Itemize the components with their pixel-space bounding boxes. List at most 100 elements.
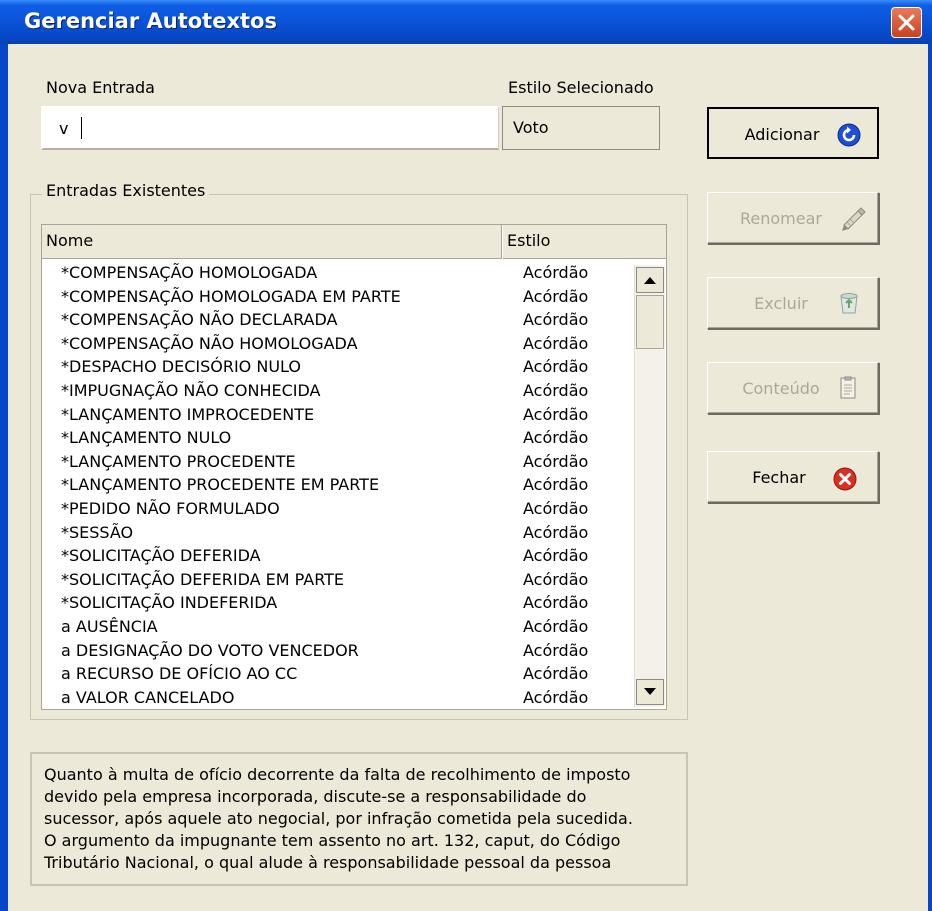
entry-style: Acórdão [523,286,589,306]
entry-name: a RECURSO DE OFÍCIO AO CC [61,664,298,684]
preview-line: sucessor, após aquele ato negocial, por … [44,809,633,828]
list-item[interactable]: a VALOR CANCELADO Acórdão [42,687,632,709]
entry-name: *LANÇAMENTO NULO [61,428,232,448]
list-item[interactable]: *PEDIDO NÃO FORMULADO Acórdão [42,499,632,523]
entry-name: *SESSÃO [61,522,134,542]
nova-entrada-label: Nova Entrada [46,78,155,97]
list-item[interactable]: *COMPENSAÇÃO NÃO HOMOLOGADA Acórdão [42,334,632,358]
arrow-up-icon [644,277,656,284]
entry-style: Acórdão [523,546,589,566]
list-item[interactable]: *SOLICITAÇÃO DEFERIDA Acórdão [42,546,632,570]
document-icon [840,376,856,399]
estilo-selecionado-label: Estilo Selecionado [508,78,654,97]
entry-style: Acórdão [523,569,589,589]
close-button[interactable] [891,7,922,38]
pencil-edit-icon [842,207,866,231]
preview-line: O argumento da impugnante tem assento no… [44,831,621,850]
list-item[interactable]: *SOLICITAÇÃO INDEFERIDA Acórdão [42,593,632,617]
entry-name: *LANÇAMENTO IMPROCEDENTE [61,404,315,424]
entry-name: *SOLICITAÇÃO DEFERIDA [61,546,261,566]
list-item[interactable]: *SOLICITAÇÃO DEFERIDA EM PARTE Acórdão [42,570,632,594]
list-item[interactable]: *IMPUGNAÇÃO NÃO CONHECIDA Acórdão [42,381,632,405]
list-item[interactable]: a DESIGNAÇÃO DO VOTO VENCEDOR Acórdão [42,641,632,665]
list-item[interactable]: *SESSÃO Acórdão [42,523,632,547]
estilo-selecionado-box: Voto [502,106,660,150]
list-item[interactable]: a RECURSO DE OFÍCIO AO CC Acórdão [42,664,632,688]
entry-style: Acórdão [523,687,589,707]
entry-name: a AUSÊNCIA [61,616,158,636]
entry-style: Acórdão [523,310,589,330]
autotext-preview: Quanto à multa de ofício decorrente da f… [30,752,688,886]
title-bar[interactable]: Gerenciar Autotextos [0,0,932,44]
entry-name: a DESIGNAÇÃO DO VOTO VENCEDOR [61,640,359,660]
list-item[interactable]: *LANÇAMENTO PROCEDENTE EM PARTE Acórdão [42,475,632,499]
column-header-estilo[interactable]: Estilo [503,225,666,259]
entry-style: Acórdão [523,593,589,613]
red-x-circle-icon [833,467,857,491]
conteudo-button[interactable]: Conteúdo [707,362,879,414]
text-caret [81,117,82,139]
entry-style: Acórdão [523,475,589,495]
entry-style: Acórdão [523,640,589,660]
blue-circular-arrow-icon [837,123,861,147]
list-item[interactable]: *COMPENSAÇÃO HOMOLOGADA EM PARTE Acórdão [42,287,632,311]
list-item[interactable]: *LANÇAMENTO IMPROCEDENTE Acórdão [42,405,632,429]
entry-name: *COMPENSAÇÃO HOMOLOGADA [61,263,318,282]
entry-name: *COMPENSAÇÃO NÃO DECLARADA [61,310,338,330]
nova-entrada-input[interactable]: v [41,106,499,150]
entry-style: Acórdão [523,380,589,400]
entry-name: *SOLICITAÇÃO INDEFERIDA [61,593,278,613]
entry-style: Acórdão [523,664,589,684]
vertical-scrollbar[interactable] [634,265,665,707]
entry-style: Acórdão [523,357,589,377]
entry-style: Acórdão [523,522,589,542]
list-item[interactable]: a AUSÊNCIA Acórdão [42,617,632,641]
entries-rows: *COMPENSAÇÃO HOMOLOGADA Acórdão *COMPENSAÇ… [42,263,632,709]
entry-name: *DESPACHO DECISÓRIO NULO [61,357,301,377]
entries-list[interactable]: Nome Estilo *COMPENSAÇÃO HOMOLOGADA Acórd… [41,224,667,710]
entradas-existentes-label: Entradas Existentes [42,181,210,200]
excluir-button[interactable]: Excluir [707,277,879,329]
preview-line: Quanto à multa de ofício decorrente da f… [44,765,631,784]
list-item[interactable]: *LANÇAMENTO NULO Acórdão [42,428,632,452]
entry-name: *SOLICITAÇÃO DEFERIDA EM PARTE [61,569,345,589]
entry-name: a VALOR CANCELADO [61,687,235,707]
close-icon [898,14,915,31]
entry-style: Acórdão [523,616,589,636]
window-frame-left [0,44,8,911]
column-header-estilo-label: Estilo [507,231,551,250]
scrollbar-thumb[interactable] [636,295,664,349]
list-item[interactable]: *COMPENSAÇÃO HOMOLOGADA Acórdão [42,263,632,287]
estilo-selecionado-value: Voto [513,118,549,137]
entry-name: *COMPENSAÇÃO NÃO HOMOLOGADA [61,333,358,353]
window-title: Gerenciar Autotextos [24,9,277,33]
entry-name: *COMPENSAÇÃO HOMOLOGADA EM PARTE [61,286,401,306]
recycle-bin-icon [840,293,858,314]
column-header-nome-label: Nome [46,231,94,250]
preview-line: devido pela empresa incorporada, discute… [44,787,587,806]
dialog-window: Gerenciar Autotextos Nova Entrada Estilo… [0,0,932,911]
entry-style: Acórdão [523,404,589,424]
entry-style: Acórdão [523,263,589,282]
fechar-button[interactable]: Fechar [707,451,879,503]
entry-style: Acórdão [523,333,589,353]
column-header-nome[interactable]: Nome [42,225,502,259]
list-item[interactable]: *LANÇAMENTO PROCEDENTE Acórdão [42,452,632,476]
adicionar-button[interactable]: Adicionar [707,107,879,159]
autotext-preview-text: Quanto à multa de ofício decorrente da f… [44,764,678,874]
nova-entrada-value: v [59,119,69,138]
scroll-down-button[interactable] [636,679,664,705]
arrow-down-icon [644,688,656,695]
scroll-up-button[interactable] [636,267,664,293]
entry-name: *IMPUGNAÇÃO NÃO CONHECIDA [61,380,321,400]
window-frame-right [928,44,932,911]
entry-style: Acórdão [523,498,589,518]
list-item[interactable]: *DESPACHO DECISÓRIO NULO Acórdão [42,357,632,381]
entry-name: *LANÇAMENTO PROCEDENTE EM PARTE [61,475,380,495]
list-item[interactable]: *COMPENSAÇÃO NÃO DECLARADA Acórdão [42,310,632,334]
entry-name: *LANÇAMENTO PROCEDENTE [61,451,296,471]
renomear-button[interactable]: Renomear [707,192,879,244]
preview-line: Tributário Nacional, o qual alude à resp… [44,853,612,872]
entry-style: Acórdão [523,451,589,471]
entry-name: *PEDIDO NÃO FORMULADO [61,498,280,518]
